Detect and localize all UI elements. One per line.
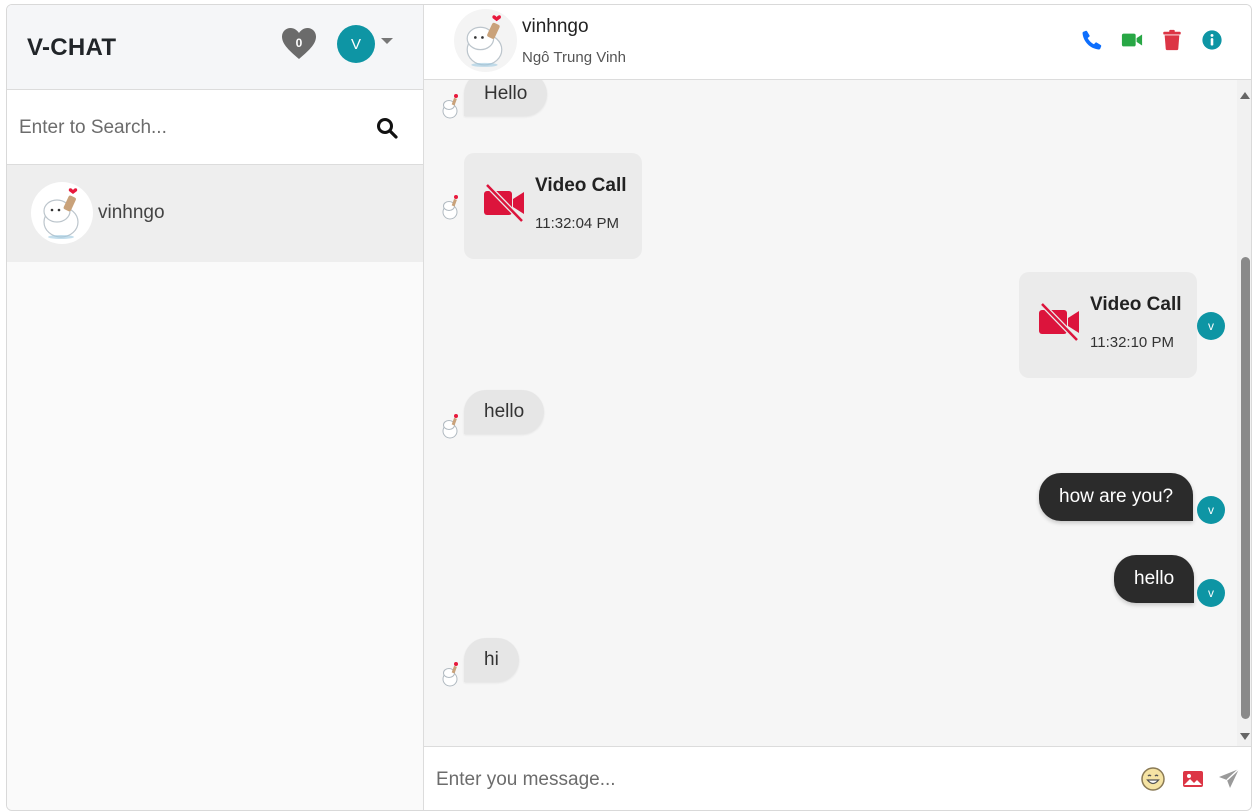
- app-window: V-CHAT 0 V Enter to Search... vinhngo vi…: [6, 4, 1252, 811]
- sender-avatar: [440, 412, 462, 440]
- call-time: 11:32:04 PM: [535, 215, 619, 232]
- sidebar: V-CHAT 0 V Enter to Search... vinhngo: [7, 5, 424, 810]
- chat-partner-avatar: [454, 9, 517, 72]
- chevron-down-icon[interactable]: [381, 38, 393, 44]
- favorites-count: 0: [295, 36, 303, 50]
- info-icon[interactable]: [1201, 29, 1223, 51]
- missed-video-call-icon: [482, 181, 526, 225]
- image-upload-icon[interactable]: [1180, 766, 1206, 792]
- own-avatar: v: [1197, 312, 1225, 340]
- phone-icon[interactable]: [1081, 29, 1103, 51]
- message-bubble-incoming: Hello: [464, 80, 548, 116]
- search-bar: [7, 90, 423, 165]
- call-time: 11:32:10 PM: [1090, 334, 1174, 351]
- search-icon[interactable]: [375, 116, 399, 140]
- message-bubble-incoming: hello: [464, 390, 545, 434]
- message-bubble-outgoing: how are you?: [1039, 473, 1194, 521]
- favorites-heart-icon[interactable]: 0: [281, 27, 317, 61]
- scroll-down-arrow-icon[interactable]: [1240, 733, 1250, 740]
- chat-header: vinhngo Ngô Trung Vinh: [424, 5, 1251, 80]
- sender-avatar: [440, 92, 462, 120]
- message-composer: [424, 746, 1251, 810]
- chat-partner-fullname: Ngô Trung Vinh: [522, 49, 626, 66]
- own-avatar: v: [1197, 579, 1225, 607]
- trash-icon[interactable]: [1161, 29, 1183, 51]
- video-call-card-outgoing: Video Call 11:32:10 PM: [1019, 272, 1197, 378]
- message-bubble-outgoing: hello: [1114, 555, 1195, 603]
- app-brand: V-CHAT: [27, 34, 117, 61]
- chat-actions: [1081, 29, 1223, 51]
- chat-partner-username: vinhngo: [522, 16, 589, 37]
- search-input[interactable]: [19, 112, 359, 144]
- contact-name: vinhngo: [98, 202, 165, 223]
- video-call-card-incoming: Video Call 11:32:04 PM: [464, 153, 642, 259]
- message-list[interactable]: Hello Video Call 11:32:04 PM Video Call …: [424, 80, 1251, 748]
- user-menu-dropdown[interactable]: V: [337, 25, 393, 63]
- send-icon[interactable]: [1216, 766, 1242, 792]
- sender-avatar: [440, 660, 462, 688]
- contact-avatar: [31, 182, 93, 244]
- message-bubble-incoming: hi: [464, 638, 519, 682]
- missed-video-call-icon: [1037, 300, 1081, 344]
- sender-avatar: [440, 193, 462, 221]
- scroll-thumb[interactable]: [1241, 257, 1250, 719]
- messages-scrollbar[interactable]: [1237, 80, 1251, 748]
- user-avatar[interactable]: V: [337, 25, 375, 63]
- call-title: Video Call: [1090, 294, 1182, 315]
- own-avatar: v: [1197, 496, 1225, 524]
- chat-panel: vinhngo Ngô Trung Vinh Hello Video Call …: [424, 5, 1251, 810]
- message-input[interactable]: [436, 763, 1126, 797]
- sidebar-header: V-CHAT 0 V: [7, 5, 423, 90]
- call-title: Video Call: [535, 175, 627, 196]
- emoji-icon[interactable]: [1140, 766, 1166, 792]
- contact-list-item[interactable]: vinhngo: [7, 165, 423, 262]
- video-icon[interactable]: [1121, 29, 1143, 51]
- scroll-up-arrow-icon[interactable]: [1240, 92, 1250, 99]
